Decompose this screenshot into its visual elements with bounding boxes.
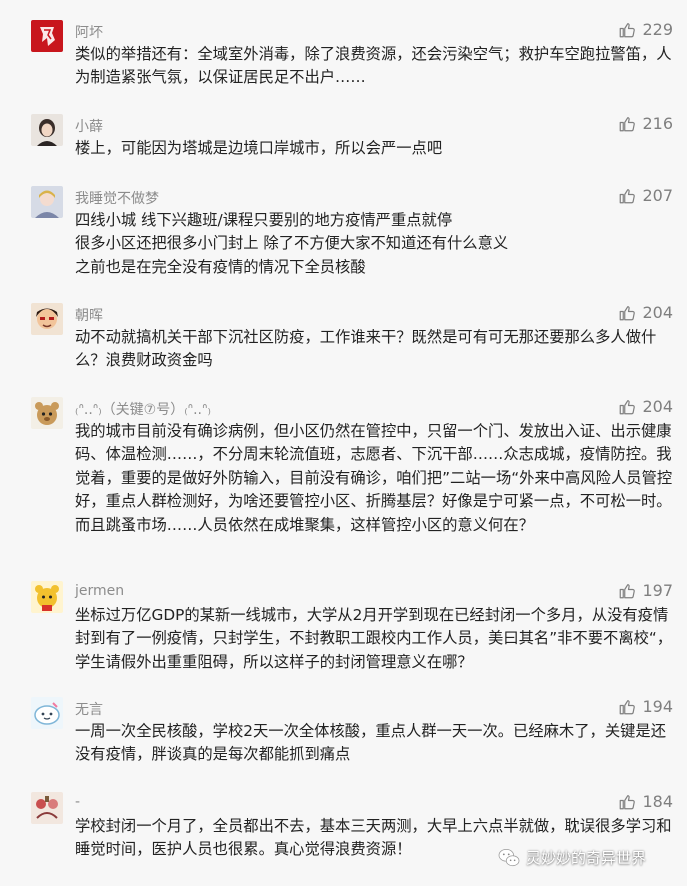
like-count: 204 (642, 303, 673, 322)
like-button[interactable]: 229 (618, 20, 673, 39)
thumbs-up-icon (620, 583, 636, 598)
watermark-text: 灵妙妙的奇异世界 (526, 849, 647, 867)
thumbs-up-icon (620, 305, 636, 320)
avatar[interactable] (31, 397, 63, 429)
like-count: 229 (642, 20, 673, 39)
avatar[interactable] (31, 114, 63, 146)
comment-text: 楼上，可能因为塔城是边境口岸城市，所以会严一点吧 (75, 139, 443, 157)
comment-text: 一周一次全民核酸，学校2天一次全体核酸，重点人群一天一次。已经麻木了，关键是还没… (75, 722, 667, 764)
comment-text: 动不动就搞机关干部下沉社区防疫，工作谁来干？既然是可有可无那还要那么多人做什么？… (75, 328, 657, 370)
avatar[interactable] (31, 697, 63, 729)
comment-text: 坐标过万亿GDP的某新一线城市，大学从2月开学到现在已经封闭一个多月，从没有疫情… (75, 606, 673, 671)
thumbs-up-icon (620, 22, 636, 37)
watermark: 灵妙妙的奇异世界 (498, 847, 646, 868)
like-button[interactable]: 204 (618, 303, 673, 322)
thumbs-up-icon (620, 699, 636, 714)
like-count: 207 (642, 186, 673, 205)
commenter-name[interactable]: ₍ᐢ..ᐢ₎（关键⑦号）₍ᐢ..ᐢ₎ (75, 399, 211, 419)
commenter-name[interactable]: jermen (75, 583, 124, 599)
like-button[interactable]: 207 (618, 186, 673, 205)
avatar[interactable] (31, 20, 63, 52)
like-button[interactable]: 204 (618, 397, 673, 416)
comment-text: 四线小城 线下兴趣班/课程只要别的地方疫情严重点就停 很多小区还把很多小门封上 … (75, 211, 509, 276)
thumbs-up-icon (620, 188, 636, 203)
comment-text: 我的城市目前没有确诊病例，但小区仍然在管控中，只留一个门、发放出入证、出示健康码… (75, 422, 673, 534)
commenter-name[interactable]: 阿坏 (75, 22, 103, 42)
thumbs-up-icon (620, 399, 636, 414)
avatar[interactable] (31, 303, 63, 335)
thumbs-up-icon (620, 116, 636, 131)
like-count: 194 (642, 697, 673, 716)
avatar[interactable] (31, 792, 63, 824)
wechat-icon (498, 848, 520, 866)
thumbs-up-icon (620, 794, 636, 809)
commenter-name[interactable]: 我睡觉不做梦 (75, 188, 159, 208)
like-button[interactable]: 184 (618, 792, 673, 811)
commenter-name[interactable]: 朝晖 (75, 305, 103, 325)
like-count: 184 (642, 792, 673, 811)
avatar[interactable] (31, 581, 63, 613)
like-count: 216 (642, 114, 673, 133)
like-button[interactable]: 197 (618, 581, 673, 600)
comment-text: 类似的举措还有：全域室外消毒，除了浪费资源，还会污染空气；救护车空跑拉警笛，人为… (75, 45, 672, 87)
commenter-name[interactable]: 无言 (75, 699, 103, 719)
like-count: 197 (642, 581, 673, 600)
avatar[interactable] (31, 186, 63, 218)
like-count: 204 (642, 397, 673, 416)
commenter-name[interactable]: - (75, 794, 80, 810)
like-button[interactable]: 194 (618, 697, 673, 716)
commenter-name[interactable]: 小薛 (75, 116, 103, 136)
like-button[interactable]: 216 (618, 114, 673, 133)
